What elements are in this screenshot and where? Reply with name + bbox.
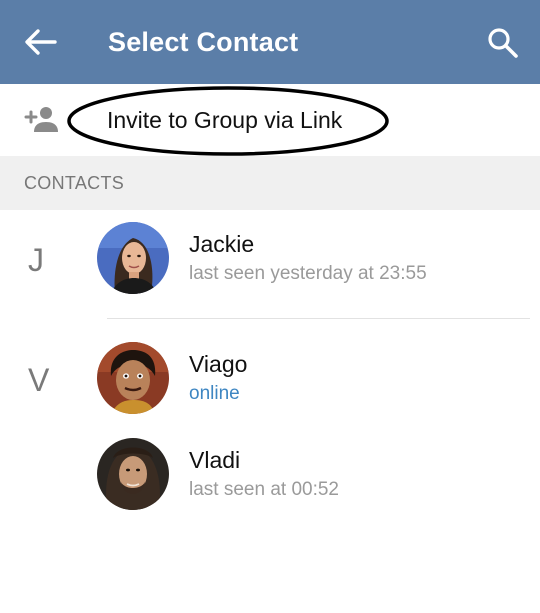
section-label: CONTACTS bbox=[24, 173, 125, 193]
page-title: Select Contact bbox=[108, 27, 299, 57]
search-icon[interactable] bbox=[486, 26, 520, 60]
contact-status: last seen yesterday at 23:55 bbox=[189, 263, 427, 284]
contact-row-jackie[interactable]: Jackie last seen yesterday at 23:55 bbox=[0, 222, 540, 298]
contact-status: online bbox=[189, 383, 240, 404]
section-header: CONTACTS bbox=[0, 156, 540, 210]
app-bar: Select Contact bbox=[0, 0, 540, 84]
hand-drawn-ellipse bbox=[67, 86, 389, 156]
contact-name: Viago bbox=[189, 351, 248, 377]
contact-status: last seen at 00:52 bbox=[189, 479, 339, 500]
contact-name: Jackie bbox=[189, 231, 255, 257]
contact-row-vladi[interactable]: Vladi last seen at 00:52 bbox=[0, 438, 540, 514]
contact-row-viago[interactable]: Viago online bbox=[0, 342, 540, 418]
avatar bbox=[97, 342, 169, 414]
avatar bbox=[97, 222, 169, 294]
add-person-icon bbox=[24, 107, 58, 132]
avatar bbox=[97, 438, 169, 510]
arrow-left-icon[interactable] bbox=[22, 26, 58, 58]
invite-via-link-item[interactable]: Invite to Group via Link bbox=[0, 84, 540, 156]
divider bbox=[107, 318, 530, 319]
contact-name: Vladi bbox=[189, 447, 241, 473]
